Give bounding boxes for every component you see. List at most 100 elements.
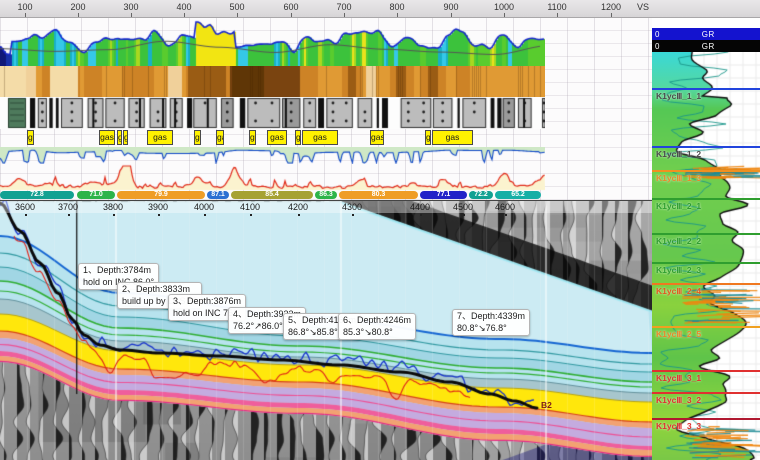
trajectory-annotation: 6、Depth:4246m85.3°↘80.8° <box>338 313 416 340</box>
formation-top-line <box>652 326 760 328</box>
inclination-segment: 71.0 <box>77 191 115 199</box>
formation-top-line <box>652 418 760 420</box>
ruler-tick: 1200 <box>601 2 621 12</box>
inclination-segment: 80.3 <box>339 191 418 199</box>
gr-scale-min: 0 <box>655 30 659 39</box>
depth-tick: 3700 <box>58 202 78 212</box>
ruler-tick-mark <box>557 13 558 17</box>
gr-scale-min: 0 <box>655 42 659 51</box>
gas-interval: gas <box>27 130 34 145</box>
gr-curve-name: GR <box>702 42 715 51</box>
gas-interval: gas <box>425 130 431 145</box>
resistivity-track-canvas[interactable] <box>0 147 545 164</box>
ruler-tick-mark <box>131 13 132 17</box>
depth-tick-mark <box>505 214 507 216</box>
formation-label: K1ycⅢ_2_1 <box>656 201 701 212</box>
formation-top-line <box>652 233 760 235</box>
inclination-segment: 85.4 <box>231 191 313 199</box>
seismic-cross-section: 3600370038003900400041004200430044004500… <box>0 200 652 460</box>
formation-top-line <box>652 370 760 372</box>
gas-interval: gas <box>117 130 122 145</box>
inclination-segment: 87.1 <box>207 191 229 199</box>
ruler-tick-mark <box>25 13 26 17</box>
depth-tick: 4500 <box>453 202 473 212</box>
gas-interval: gas <box>249 130 256 145</box>
depth-tick: 4300 <box>342 202 362 212</box>
ruler-tick-mark <box>78 13 79 17</box>
ruler-tick-mark <box>237 13 238 17</box>
ruler-tick-mark <box>184 13 185 17</box>
ruler-tick: 100 <box>17 2 32 12</box>
ruler-tick: 1000 <box>494 2 514 12</box>
formation-label: K1ycⅢ_2_3 <box>656 265 701 276</box>
depth-tick-mark <box>463 214 465 216</box>
ruler-tick-mark <box>344 13 345 17</box>
formation-top-line <box>652 283 760 285</box>
inclination-segment-bar: 72.871.079.987.185.486.380.377.172.265.2 <box>0 191 652 200</box>
inclination-segment: 72.2 <box>469 191 493 199</box>
gas-interval: gas <box>147 130 173 145</box>
trajectory-annotation: 7、Depth:4339m80.8°↘76.8° <box>452 309 530 336</box>
gas-interval: gas <box>370 130 384 145</box>
formation-label: K1ycⅢ_2_5 <box>656 329 701 340</box>
ruler-tick: 900 <box>443 2 458 12</box>
gas-interval: gas <box>267 130 287 145</box>
ruler-tick: 400 <box>176 2 191 12</box>
ruler-tick: 300 <box>123 2 138 12</box>
formation-top-line <box>652 88 760 90</box>
gr-track-header-black[interactable]: 0 GR <box>652 40 760 52</box>
depth-tick-mark <box>158 214 160 216</box>
depth-tick-mark <box>113 214 115 216</box>
depth-tick-mark <box>298 214 300 216</box>
depth-tick-mark <box>352 214 354 216</box>
formation-top-line <box>652 170 760 172</box>
formation-label: K1ycⅢ_1_1 <box>656 91 701 102</box>
log-tracks-header-area: gasgasgasgasgasgasgasgasgasgasgasgasgasg… <box>0 18 652 200</box>
borehole-image-track-canvas[interactable] <box>0 66 545 97</box>
ruler-tick: VS <box>637 2 649 12</box>
spectral-gr-track-canvas[interactable] <box>0 18 545 66</box>
gas-interval: gas <box>302 130 338 145</box>
ruler-tick: 600 <box>283 2 298 12</box>
inclination-segment: 65.2 <box>495 191 541 199</box>
gas-interval: gas <box>432 130 473 145</box>
gas-total-track-canvas[interactable] <box>0 164 545 191</box>
depth-tick-mark <box>250 214 252 216</box>
gr-curve-name: GR <box>702 30 715 39</box>
depth-tick-mark <box>420 214 422 216</box>
depth-tick-mark <box>25 214 27 216</box>
formation-top-line <box>652 392 760 394</box>
gas-interval: gas <box>99 130 115 145</box>
formation-label: K1ycⅢ_1_3 <box>656 173 701 184</box>
formation-label: K1ycⅢ_2_2 <box>656 236 701 247</box>
ruler-tick: 1100 <box>547 2 566 12</box>
depth-tick: 4400 <box>410 202 430 212</box>
depth-tick: 3600 <box>15 202 35 212</box>
lithology-track-canvas[interactable] <box>0 97 545 129</box>
inclination-segment: 72.8 <box>0 191 74 199</box>
inclination-segment: 86.3 <box>315 191 337 199</box>
depth-tick: 3900 <box>148 202 168 212</box>
gas-interval: gas <box>295 130 301 145</box>
depth-tick: 4100 <box>240 202 260 212</box>
depth-tick-mark <box>68 214 70 216</box>
gas-show-track: gasgasgasgasgasgasgasgasgasgasgasgasgasg… <box>0 129 652 147</box>
gas-interval: gas <box>123 130 128 145</box>
type-well-gr-panel: 0 GR 0 GR K1ycⅢ_1_1 K1ycⅢ_1_2 K1ycⅢ_1_3 K1y… <box>652 0 760 460</box>
formation-label: K1ycⅢ_3_2 <box>656 395 701 406</box>
formation-label: K1ycⅢ_3_3 <box>656 421 701 432</box>
ruler-tick-mark <box>291 13 292 17</box>
ruler-tick: 500 <box>229 2 244 12</box>
depth-tick: 4200 <box>288 202 308 212</box>
depth-tick: 4600 <box>495 202 515 212</box>
formation-label: K1ycⅢ_3_1 <box>656 373 701 384</box>
geosteering-window: 100200300400500600700800900100011001200V… <box>0 0 760 460</box>
ruler-tick: 800 <box>389 2 404 12</box>
vs-distance-ruler: 100200300400500600700800900100011001200V… <box>0 0 760 18</box>
inclination-segment: 77.1 <box>420 191 467 199</box>
gr-track-header-blue[interactable]: 0 GR <box>652 28 760 40</box>
inclination-segment: 79.9 <box>117 191 205 199</box>
formation-top-line <box>652 262 760 264</box>
formation-label: K1ycⅢ_1_2 <box>656 149 701 160</box>
gas-interval: gas <box>194 130 201 145</box>
